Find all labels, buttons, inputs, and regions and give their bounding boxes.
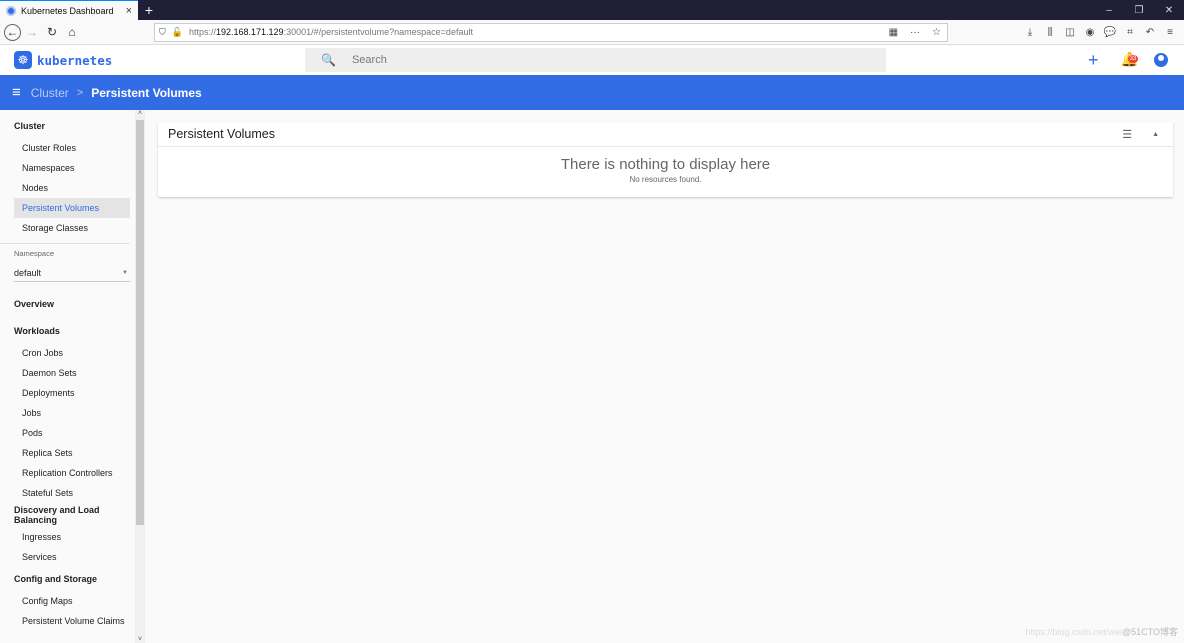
persistent-volumes-card: Persistent Volumes ☰ ▲ There is nothing … [158, 122, 1173, 197]
sidebar-item-nodes[interactable]: Nodes [0, 178, 130, 198]
empty-state-subtitle: No resources found. [629, 175, 702, 184]
app-header: ☸ kubernetes 🔍 + 🔔 33 [0, 45, 1184, 75]
namespace-select[interactable]: default ▼ [14, 264, 130, 282]
window-controls: – ❐ ✕ [1094, 0, 1184, 20]
bookmark-star-icon[interactable]: ☆ [932, 27, 941, 38]
reload-button[interactable]: ↻ [43, 23, 61, 41]
library-icon[interactable]: ⫼ [1040, 27, 1060, 38]
namespace-label: Namespace [14, 249, 55, 258]
main-content: Persistent Volumes ☰ ▲ There is nothing … [146, 110, 1184, 643]
sidebar-item-jobs[interactable]: Jobs [0, 403, 130, 423]
sidebar-item-pods[interactable]: Pods [0, 423, 130, 443]
insecure-lock-icon[interactable]: 🔓 [172, 27, 183, 38]
sidebar-item-persistent-volumes[interactable]: Persistent Volumes [14, 198, 130, 218]
sidebar-item-services[interactable]: Services [0, 547, 130, 567]
collapse-icon[interactable]: ▲ [1152, 131, 1159, 138]
sidebar-item-persistent-volume-claims[interactable]: Persistent Volume Claims [0, 611, 130, 631]
hamburger-menu-icon[interactable]: ≡ [12, 84, 21, 101]
namespace-value: default [14, 267, 42, 278]
url-scheme: https:// [188, 27, 216, 37]
watermark: https://blog.csdn.net/wei@51CTO博客 [1025, 625, 1178, 638]
scrollbar-thumb[interactable] [136, 120, 144, 525]
sidebar-item-stateful-sets[interactable]: Stateful Sets [0, 483, 130, 503]
breadcrumb-cluster[interactable]: Cluster [31, 86, 69, 100]
watermark-brand: @51CTO博客 [1122, 627, 1178, 637]
scroll-down-icon[interactable]: ˅ [135, 636, 145, 643]
sidebar-section-workloads[interactable]: Workloads [0, 319, 134, 343]
forward-button[interactable]: → [23, 23, 41, 41]
sidebar-item-replica-sets[interactable]: Replica Sets [0, 443, 130, 463]
sidebar-item-replication-controllers[interactable]: Replication Controllers [0, 463, 130, 483]
page-toolbar: ≡ Cluster > Persistent Volumes [0, 75, 1184, 110]
sidebar-item-overview[interactable]: Overview [0, 292, 134, 316]
account-icon[interactable] [1154, 53, 1168, 67]
browser-nav-bar: ← → ↻ ⌂ ⛉ 🔓 https:// 192.168.171.129 :30… [0, 20, 1184, 45]
chevron-right-icon: > [76, 86, 84, 99]
url-path: :30001/#/persistentvolume?namespace=defa… [283, 27, 473, 37]
create-resource-button[interactable]: + [1088, 50, 1099, 71]
search-icon: 🔍 [321, 53, 336, 67]
download-icon[interactable]: ⤓ [1020, 27, 1040, 38]
url-bar[interactable]: ⛉ 🔓 https:// 192.168.171.129 :30001/#/pe… [154, 22, 948, 42]
sidebar-item-namespaces[interactable]: Namespaces [0, 158, 130, 178]
minimize-button[interactable]: – [1094, 0, 1124, 20]
crop-screenshot-icon[interactable]: ⌗ [1120, 27, 1140, 38]
sidebar: Cluster Cluster Roles Namespaces Nodes P… [0, 110, 146, 643]
card-title: Persistent Volumes [168, 127, 275, 141]
empty-state: There is nothing to display here No reso… [158, 147, 1173, 197]
header-actions: + 🔔 33 [1088, 50, 1168, 71]
search-bar[interactable]: 🔍 [305, 48, 886, 72]
restore-button[interactable]: ❐ [1124, 0, 1154, 20]
notification-count-badge: 33 [1127, 55, 1139, 63]
firefox-account-icon[interactable]: ◉ [1080, 27, 1100, 38]
close-window-button[interactable]: ✕ [1154, 0, 1184, 20]
kubernetes-favicon-icon [6, 5, 16, 16]
sidebar-item-ingresses[interactable]: Ingresses [0, 527, 130, 547]
sidebar-item-deployments[interactable]: Deployments [0, 383, 130, 403]
page-actions-icon[interactable]: ··· [910, 27, 920, 38]
sidebar-divider [0, 243, 130, 244]
kubernetes-logo[interactable]: ☸ kubernetes [14, 51, 112, 69]
sidebar-item-cluster-roles[interactable]: Cluster Roles [0, 138, 130, 158]
browser-toolbar-icons: ⤓ ⫼ ◫ ◉ 💬 ⌗ ↶ ≡ [1020, 20, 1180, 45]
sidebar-toggle-icon[interactable]: ◫ [1060, 27, 1080, 38]
sidebar-item-config-maps[interactable]: Config Maps [0, 591, 130, 611]
empty-state-title: There is nothing to display here [560, 156, 771, 173]
sidebar-section-cluster[interactable]: Cluster [0, 114, 134, 138]
shield-icon[interactable]: ⛉ [159, 27, 166, 38]
filter-icon[interactable]: ☰ [1122, 128, 1132, 141]
browser-tab[interactable]: Kubernetes Dashboard × [0, 0, 138, 20]
dropdown-arrow-icon: ▼ [122, 269, 128, 276]
tab-title: Kubernetes Dashboard [21, 5, 114, 16]
url-host: 192.168.171.129 [216, 27, 284, 37]
undo-icon[interactable]: ↶ [1140, 27, 1160, 38]
notifications-button[interactable]: 🔔 33 [1121, 51, 1139, 69]
new-tab-button[interactable]: + [138, 0, 160, 20]
qr-code-icon[interactable]: ▦ [889, 27, 898, 38]
card-header: Persistent Volumes ☰ ▲ [158, 122, 1173, 147]
logo-text: kubernetes [37, 52, 113, 68]
sidebar-scrollbar[interactable]: ˄ ˅ [135, 110, 145, 643]
back-button[interactable]: ← [4, 23, 21, 41]
sidebar-item-cron-jobs[interactable]: Cron Jobs [0, 343, 130, 363]
sidebar-item-storage-classes[interactable]: Storage Classes [0, 218, 130, 238]
browser-menu-icon[interactable]: ≡ [1160, 27, 1180, 38]
kubernetes-wheel-icon: ☸ [14, 51, 32, 69]
search-input[interactable] [351, 54, 494, 66]
scroll-up-icon[interactable]: ˄ [135, 110, 145, 117]
browser-tab-bar: Kubernetes Dashboard × + – ❐ ✕ [0, 0, 1184, 20]
sidebar-section-config[interactable]: Config and Storage [0, 567, 134, 591]
tab-close-icon[interactable]: × [126, 5, 132, 17]
sidebar-section-discovery[interactable]: Discovery and Load Balancing [0, 503, 134, 527]
breadcrumb-current: Persistent Volumes [91, 85, 202, 100]
home-button[interactable]: ⌂ [63, 23, 81, 41]
chat-extension-icon[interactable]: 💬 [1100, 27, 1120, 38]
sidebar-item-daemon-sets[interactable]: Daemon Sets [0, 363, 130, 383]
watermark-url: https://blog.csdn.net/wei [1025, 627, 1123, 637]
